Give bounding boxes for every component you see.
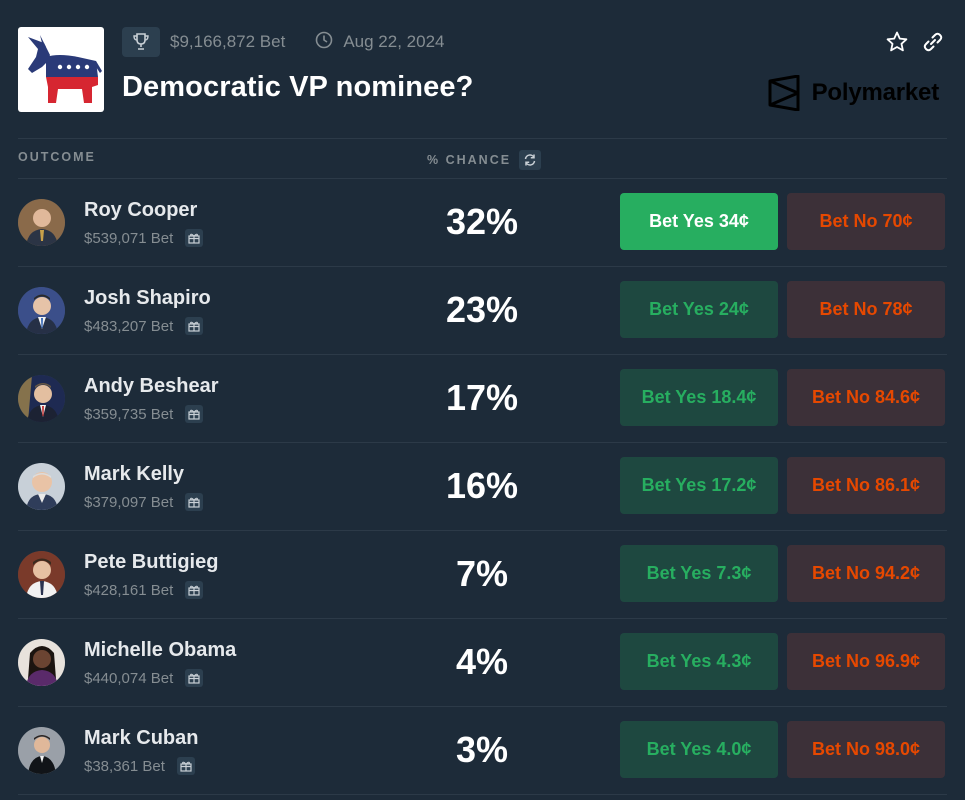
bet-yes-button[interactable]: Bet Yes 4.3¢ <box>620 633 778 690</box>
polymarket-logo: Polymarket <box>768 75 939 111</box>
market-volume: $9,166,872 Bet <box>170 32 286 51</box>
outcome-chance: 7% <box>455 553 509 594</box>
gift-icon[interactable] <box>185 669 204 687</box>
outcome-row: Roy Cooper $539,071 Bet 32% Bet Yes 34¢ … <box>18 179 947 267</box>
outcome-volume: $440,074 Bet <box>84 669 174 687</box>
link-icon[interactable] <box>922 31 944 53</box>
avatar <box>18 463 65 510</box>
outcome-row: Michelle Obama $440,074 Bet 4% Bet Yes 4… <box>18 619 947 707</box>
gift-icon[interactable] <box>185 317 204 335</box>
outcome-list: Roy Cooper $539,071 Bet 32% Bet Yes 34¢ … <box>18 179 947 795</box>
outcome-volume: $38,361 Bet <box>84 757 165 775</box>
market-meta: $9,166,872 Bet Aug 22, 2024 <box>122 27 444 57</box>
bet-no-button[interactable]: Bet No 86.1¢ <box>787 457 945 514</box>
outcome-volume: $379,097 Bet <box>84 493 174 511</box>
bet-no-button[interactable]: Bet No 70¢ <box>787 193 945 250</box>
column-header-chance: % CHANCE <box>427 150 542 170</box>
star-icon[interactable] <box>885 30 909 54</box>
bet-yes-button[interactable]: Bet Yes 4.0¢ <box>620 721 778 778</box>
gift-icon[interactable] <box>185 493 204 511</box>
gift-icon[interactable] <box>185 229 204 247</box>
brand-name: Polymarket <box>811 79 940 106</box>
outcome-name[interactable]: Mark Cuban <box>84 727 198 750</box>
outcome-name[interactable]: Mark Kelly <box>84 463 184 486</box>
gift-icon[interactable] <box>185 581 204 599</box>
bet-no-button[interactable]: Bet No 96.9¢ <box>787 633 945 690</box>
divider <box>18 138 947 139</box>
market-title: Democratic VP nominee? <box>122 71 474 103</box>
avatar <box>18 551 65 598</box>
avatar <box>18 287 65 334</box>
outcome-chance: 16% <box>445 465 519 506</box>
chance-header-label: % CHANCE <box>427 153 512 167</box>
outcome-chance: 17% <box>445 377 519 418</box>
outcome-volume: $359,735 Bet <box>84 405 174 423</box>
outcome-row: Andy Beshear $359,735 Bet 17% Bet Yes 18… <box>18 355 947 443</box>
outcome-row: Josh Shapiro $483,207 Bet 23% Bet Yes 24… <box>18 267 947 355</box>
bet-yes-button[interactable]: Bet Yes 34¢ <box>620 193 778 250</box>
market-header: $9,166,872 Bet Aug 22, 2024 Democratic V… <box>18 27 947 113</box>
outcome-name[interactable]: Josh Shapiro <box>84 287 211 310</box>
bet-no-button[interactable]: Bet No 84.6¢ <box>787 369 945 426</box>
bet-yes-button[interactable]: Bet Yes 24¢ <box>620 281 778 338</box>
clock-icon <box>315 31 333 54</box>
bet-no-button[interactable]: Bet No 98.0¢ <box>787 721 945 778</box>
avatar <box>18 375 65 422</box>
outcome-name[interactable]: Michelle Obama <box>84 639 236 662</box>
outcome-chance: 3% <box>455 729 509 770</box>
outcome-name[interactable]: Pete Buttigieg <box>84 551 218 574</box>
outcome-row: Mark Kelly $379,097 Bet 16% Bet Yes 17.2… <box>18 443 947 531</box>
column-header-outcome: OUTCOME <box>18 150 96 164</box>
avatar <box>18 727 65 774</box>
outcome-chance: 23% <box>445 289 519 330</box>
outcome-volume: $539,071 Bet <box>84 229 174 247</box>
bet-yes-button[interactable]: Bet Yes 7.3¢ <box>620 545 778 602</box>
refresh-icon[interactable] <box>519 150 542 170</box>
outcome-row: Mark Cuban $38,361 Bet 3% Bet Yes 4.0¢ B… <box>18 707 947 795</box>
bet-no-button[interactable]: Bet No 78¢ <box>787 281 945 338</box>
outcome-chance: 4% <box>455 641 509 682</box>
outcome-chance: 32% <box>445 201 519 242</box>
bet-yes-button[interactable]: Bet Yes 18.4¢ <box>620 369 778 426</box>
outcome-volume: $428,161 Bet <box>84 581 174 599</box>
outcome-row: Pete Buttigieg $428,161 Bet 7% Bet Yes 7… <box>18 531 947 619</box>
avatar <box>18 639 65 686</box>
outcome-name[interactable]: Roy Cooper <box>84 199 197 222</box>
outcome-volume: $483,207 Bet <box>84 317 174 335</box>
bet-no-button[interactable]: Bet No 94.2¢ <box>787 545 945 602</box>
gift-icon[interactable] <box>176 757 195 775</box>
bet-yes-button[interactable]: Bet Yes 17.2¢ <box>620 457 778 514</box>
trophy-icon <box>122 27 160 57</box>
avatar <box>18 199 65 246</box>
gift-icon[interactable] <box>185 405 204 423</box>
market-end-date: Aug 22, 2024 <box>343 32 445 51</box>
outcome-name[interactable]: Andy Beshear <box>84 375 219 398</box>
democrat-donkey-logo <box>18 27 104 112</box>
